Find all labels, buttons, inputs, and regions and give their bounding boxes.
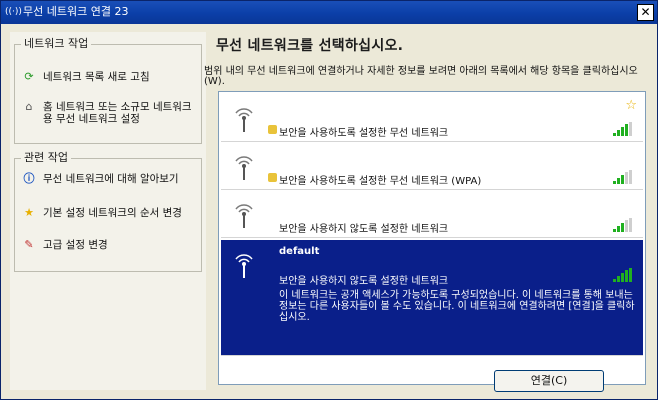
advanced-settings-icon: ✎	[24, 238, 34, 251]
wireless-network-icon	[235, 254, 253, 278]
task-label: 네트워크 목록 새로 고침	[43, 71, 150, 83]
refresh-icon: ⟳	[24, 70, 34, 83]
signal-strength-icon	[613, 122, 635, 136]
network-item-1[interactable]: 보안을 사용하도록 설정한 무선 네트워크 ☆	[221, 94, 643, 142]
network-ssid: default	[279, 246, 320, 257]
task-label: 기본 설정 네트워크의 순서 변경	[43, 207, 182, 219]
network-list[interactable]: 보안을 사용하도록 설정한 무선 네트워크 ☆ 보안을 사용하도록 설정한 무선…	[218, 91, 646, 385]
instructions-text: 범위 내의 무선 네트워크에 연결하거나 자세한 정보를 보려면 아래의 목록에…	[204, 66, 638, 87]
star-icon: ★	[24, 206, 34, 219]
signal-strength-icon	[613, 268, 635, 282]
network-status: 보안을 사용하지 않도록 설정한 네트워크	[279, 276, 449, 287]
network-item-2[interactable]: 보안을 사용하도록 설정한 무선 네트워크 (WPA)	[221, 142, 643, 190]
window-title: 무선 네트워크 연결 23	[23, 5, 129, 18]
wireless-network-icon	[235, 156, 253, 180]
close-button[interactable]: ✕	[637, 4, 654, 21]
title-bar[interactable]: ((·)) 무선 네트워크 연결 23 ✕	[1, 1, 657, 24]
close-icon: ✕	[640, 5, 651, 19]
wireless-network-icon	[235, 204, 253, 228]
network-tasks-title: 네트워크 작업	[21, 37, 92, 51]
network-item-3[interactable]: 보안을 사용하지 않도록 설정한 네트워크	[221, 190, 643, 238]
signal-strength-icon	[613, 218, 635, 232]
wireless-network-icon	[235, 108, 253, 132]
wireless-network-window: ((·)) 무선 네트워크 연결 23 ✕ 네트워크 작업 ⟳ 네트워크 목록 …	[0, 0, 658, 400]
network-status: 보안을 사용하도록 설정한 무선 네트워크	[279, 128, 449, 139]
page-title: 무선 네트워크를 선택하십시오.	[216, 38, 404, 54]
lock-icon	[268, 125, 277, 134]
task-label: 홈 네트워크 또는 소규모 네트워크용 무선 네트워크 설정	[43, 101, 192, 125]
connect-button[interactable]: 연결(C)	[494, 370, 604, 392]
network-tasks-section: 네트워크 작업 ⟳ 네트워크 목록 새로 고침 ⌂ 홈 네트워크 또는 소규모 …	[14, 37, 202, 144]
lock-icon	[268, 173, 277, 182]
task-label: 고급 설정 변경	[43, 239, 108, 251]
related-tasks-section: 관련 작업 ⓘ 무선 네트워크에 대해 알아보기 ★ 기본 설정 네트워크의 순…	[14, 151, 202, 272]
info-icon: ⓘ	[23, 172, 35, 185]
signal-strength-icon	[613, 170, 635, 184]
task-sidebar: 네트워크 작업 ⟳ 네트워크 목록 새로 고침 ⌂ 홈 네트워크 또는 소규모 …	[10, 32, 206, 390]
main-panel: 무선 네트워크를 선택하십시오. 범위 내의 무선 네트워크에 연결하거나 자세…	[204, 29, 653, 395]
home-network-icon: ⌂	[25, 100, 33, 113]
wireless-icon: ((·))	[5, 7, 22, 17]
network-description: 이 네트워크는 공개 액세스가 가능하도록 구성되었습니다. 이 네트워크를 통…	[279, 290, 635, 323]
related-tasks-title: 관련 작업	[21, 151, 71, 165]
network-status: 보안을 사용하지 않도록 설정한 네트워크	[279, 224, 449, 235]
task-label: 무선 네트워크에 대해 알아보기	[43, 173, 179, 185]
preferred-star-icon: ☆	[625, 98, 637, 113]
network-item-default[interactable]: default 보안을 사용하지 않도록 설정한 네트워크 이 네트워크는 공개…	[221, 240, 643, 356]
network-status: 보안을 사용하도록 설정한 무선 네트워크 (WPA)	[279, 176, 482, 187]
